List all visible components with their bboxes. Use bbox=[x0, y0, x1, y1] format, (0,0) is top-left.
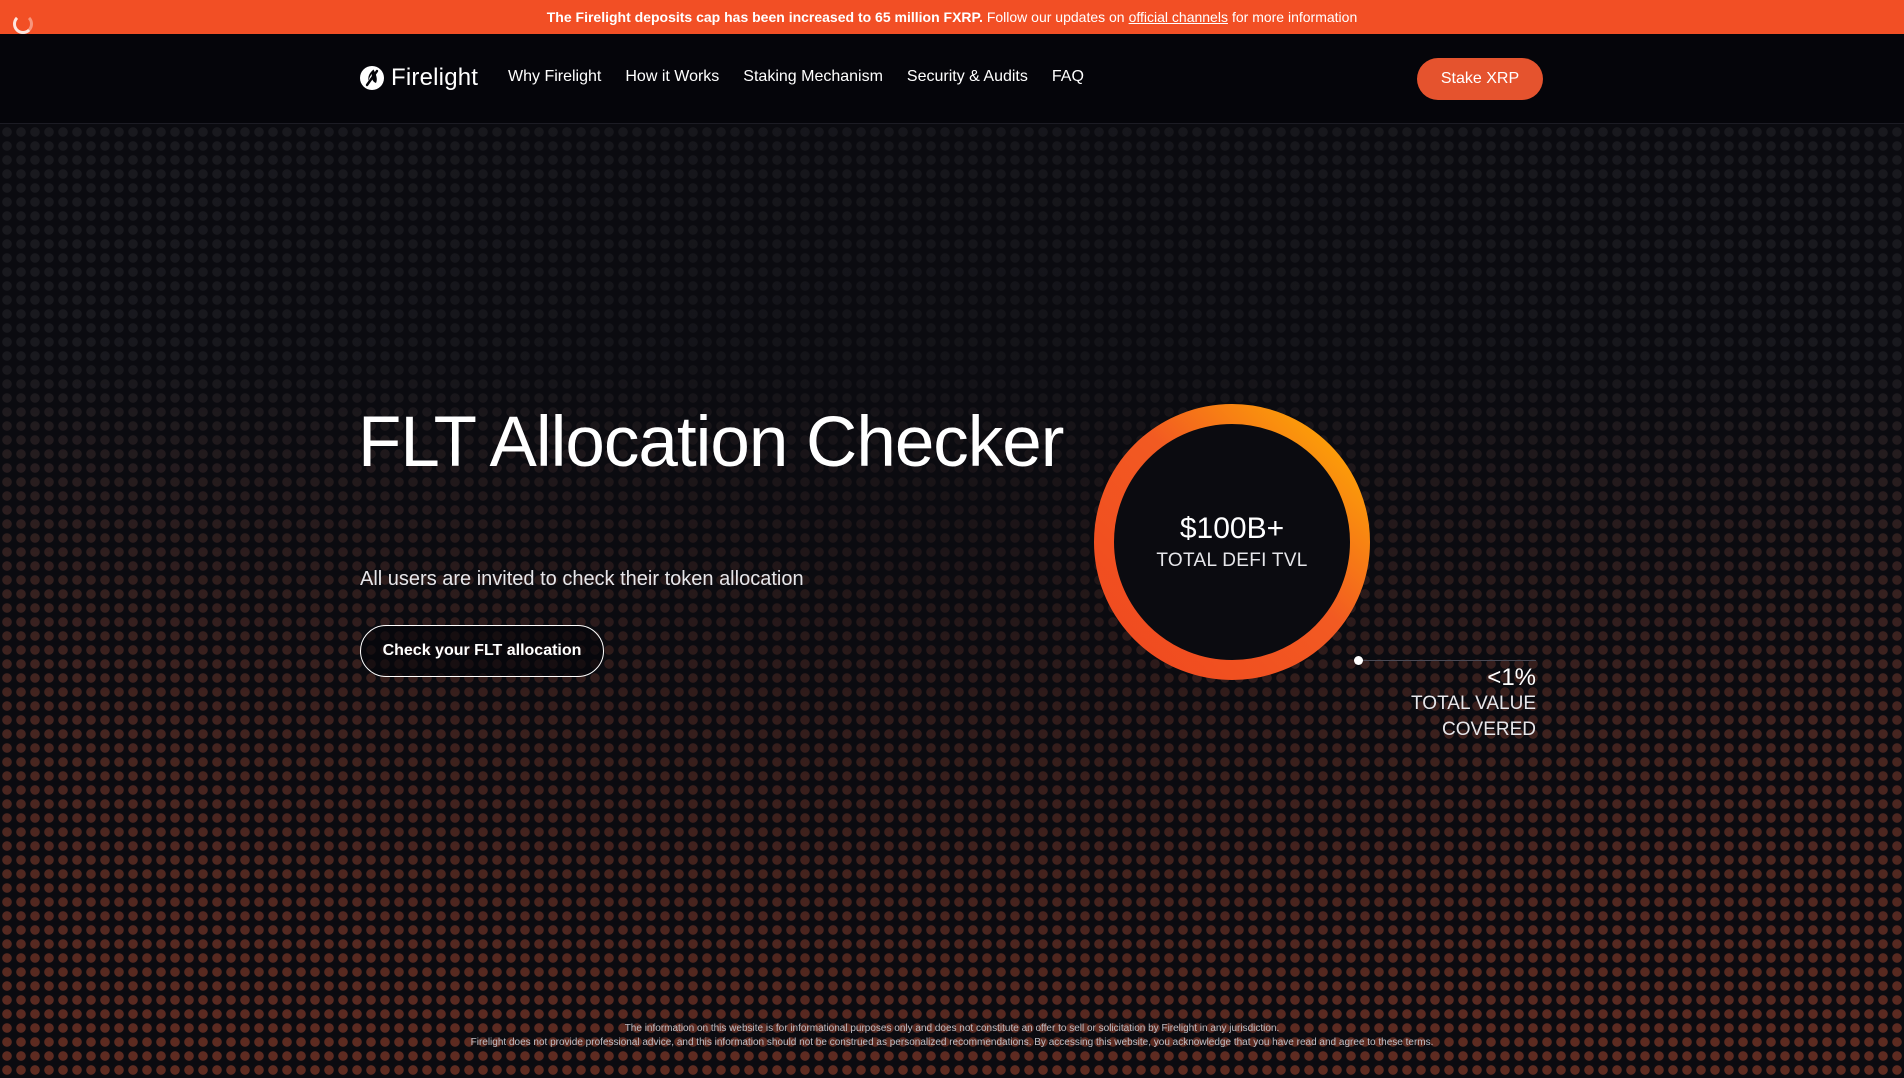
nav-link-security-audits[interactable]: Security & Audits bbox=[907, 68, 1028, 86]
total-defi-tvl-value: $100B+ bbox=[1179, 512, 1285, 545]
value-covered-label-line1: TOTAL VALUE bbox=[1411, 693, 1536, 714]
value-covered-stat: <1% TOTAL VALUE COVERED bbox=[1378, 666, 1536, 742]
banner-suffix: for more information bbox=[1231, 9, 1358, 25]
disclaimer-line-2: Firelight does not provide professional … bbox=[470, 1037, 1434, 1048]
banner-text: Follow our updates on bbox=[986, 9, 1125, 25]
value-covered-value: <1% bbox=[1487, 664, 1536, 691]
hero-vignette bbox=[0, 125, 1904, 1078]
value-covered-label-line2: COVERED bbox=[1442, 719, 1536, 740]
total-defi-tvl-label: TOTAL DEFI TVL bbox=[1156, 550, 1308, 571]
nav-link-why-firelight[interactable]: Why Firelight bbox=[508, 68, 601, 86]
navbar: Firelight Why Firelight How it Works Sta… bbox=[0, 34, 1904, 124]
loading-spinner-icon bbox=[13, 14, 33, 34]
stake-xrp-button[interactable]: Stake XRP bbox=[1417, 58, 1543, 100]
nav-link-staking-mechanism[interactable]: Staking Mechanism bbox=[743, 68, 883, 86]
nav-link-how-it-works[interactable]: How it Works bbox=[625, 68, 719, 86]
connector-dot bbox=[1354, 656, 1363, 665]
page-title: FLT Allocation Checker bbox=[358, 403, 1064, 482]
check-allocation-button[interactable]: Check your FLT allocation bbox=[360, 625, 604, 677]
nav-link-faq[interactable]: FAQ bbox=[1052, 68, 1084, 86]
tvl-ring-content: $100B+ TOTAL DEFI TVL bbox=[1090, 400, 1374, 684]
disclaimer-line-1: The information on this website is for i… bbox=[624, 1023, 1280, 1034]
banner-highlight-text: The Firelight deposits cap has been incr… bbox=[546, 9, 983, 25]
hero-subtitle: All users are invited to check their tok… bbox=[360, 568, 804, 590]
brand-logo[interactable]: Firelight bbox=[359, 64, 478, 92]
announcement-banner: The Firelight deposits cap has been incr… bbox=[0, 0, 1904, 34]
flame-logo-icon bbox=[360, 66, 384, 90]
connector-line bbox=[1358, 660, 1536, 661]
nav-links: Why Firelight How it Works Staking Mecha… bbox=[508, 68, 1084, 86]
tvl-ring: $100B+ TOTAL DEFI TVL bbox=[1090, 400, 1374, 684]
brand-name: Firelight bbox=[391, 64, 479, 91]
official-channels-link[interactable]: official channels bbox=[1129, 9, 1228, 25]
disclaimer: The information on this website is for i… bbox=[0, 1022, 1904, 1050]
hero-section: FLT Allocation Checker All users are inv… bbox=[0, 125, 1904, 1078]
